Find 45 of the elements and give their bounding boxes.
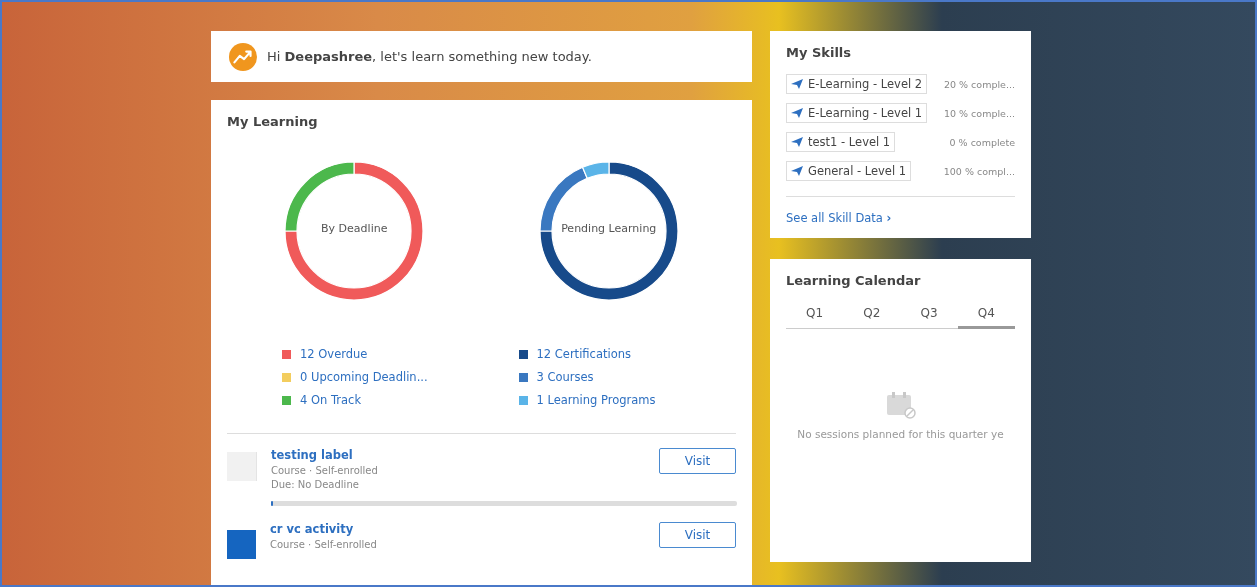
quarter-tab[interactable]: Q3 <box>900 306 958 328</box>
skill-chip[interactable]: test1 - Level 1 <box>786 132 896 152</box>
course-due: Due: No Deadline <box>271 479 360 490</box>
course-placeholder-image <box>227 452 257 481</box>
course-meta: Course · Self-enrolled <box>271 465 379 476</box>
quarter-tab[interactable]: Q2 <box>843 306 901 328</box>
legend-link[interactable]: 1 Learning Programs <box>536 393 656 407</box>
chart-title: By Deadline <box>320 222 389 235</box>
skill-progress-text: 0 % complete <box>949 136 1015 148</box>
skill-chip[interactable]: General - Level 1 <box>786 161 912 181</box>
card-title: Learning Calendar <box>786 273 922 288</box>
card-title: My Learning <box>227 114 319 129</box>
see-all-skills-link[interactable]: See all Skill Data › <box>786 211 892 225</box>
card-title: My Skills <box>786 45 853 60</box>
skill-chip[interactable]: E-Learning - Level 1 <box>786 103 928 123</box>
skill-progress-text: 20 % comple... <box>943 78 1015 90</box>
visit-button[interactable]: Visit <box>659 522 736 548</box>
skill-label: E-Learning - Level 1 <box>808 106 923 120</box>
skill-label: General - Level 1 <box>808 164 907 178</box>
legend-link[interactable]: 4 On Track <box>300 393 362 407</box>
chart-title: Pending Learning <box>560 222 658 235</box>
quarter-tab[interactable]: Q1 <box>786 306 844 328</box>
quarter-tab[interactable]: Q4 <box>957 306 1015 329</box>
legend-link[interactable]: 12 Overdue <box>300 347 368 361</box>
legend-link[interactable]: 12 Certifications <box>536 347 631 361</box>
paper-plane-icon <box>791 79 803 89</box>
legend-link[interactable]: 0 Upcoming Deadlin... <box>300 370 428 384</box>
greeting-text: Hi Deepashree, let's learn something new today. <box>267 49 592 64</box>
paper-plane-icon <box>791 137 803 147</box>
course-title-link[interactable]: testing label <box>271 448 645 462</box>
course-image <box>227 530 256 559</box>
empty-state-message: No sessions planned for this quarter ye <box>797 428 1004 440</box>
trend-up-icon <box>229 42 257 71</box>
paper-plane-icon <box>791 108 803 118</box>
course-title-link[interactable]: cr vc activity <box>270 522 645 536</box>
course-meta: Course · Self-enrolled <box>270 539 378 550</box>
legend-link[interactable]: 3 Courses <box>536 370 594 384</box>
skill-progress-text: 100 % compl... <box>943 165 1015 177</box>
paper-plane-icon <box>791 166 803 176</box>
skill-chip[interactable]: E-Learning - Level 2 <box>786 74 928 94</box>
skill-label: E-Learning - Level 2 <box>808 77 923 91</box>
skill-progress-text: 10 % comple... <box>943 107 1015 119</box>
calendar-blocked-icon <box>885 391 916 419</box>
visit-button[interactable]: Visit <box>659 448 736 474</box>
skill-label: test1 - Level 1 <box>808 135 891 149</box>
